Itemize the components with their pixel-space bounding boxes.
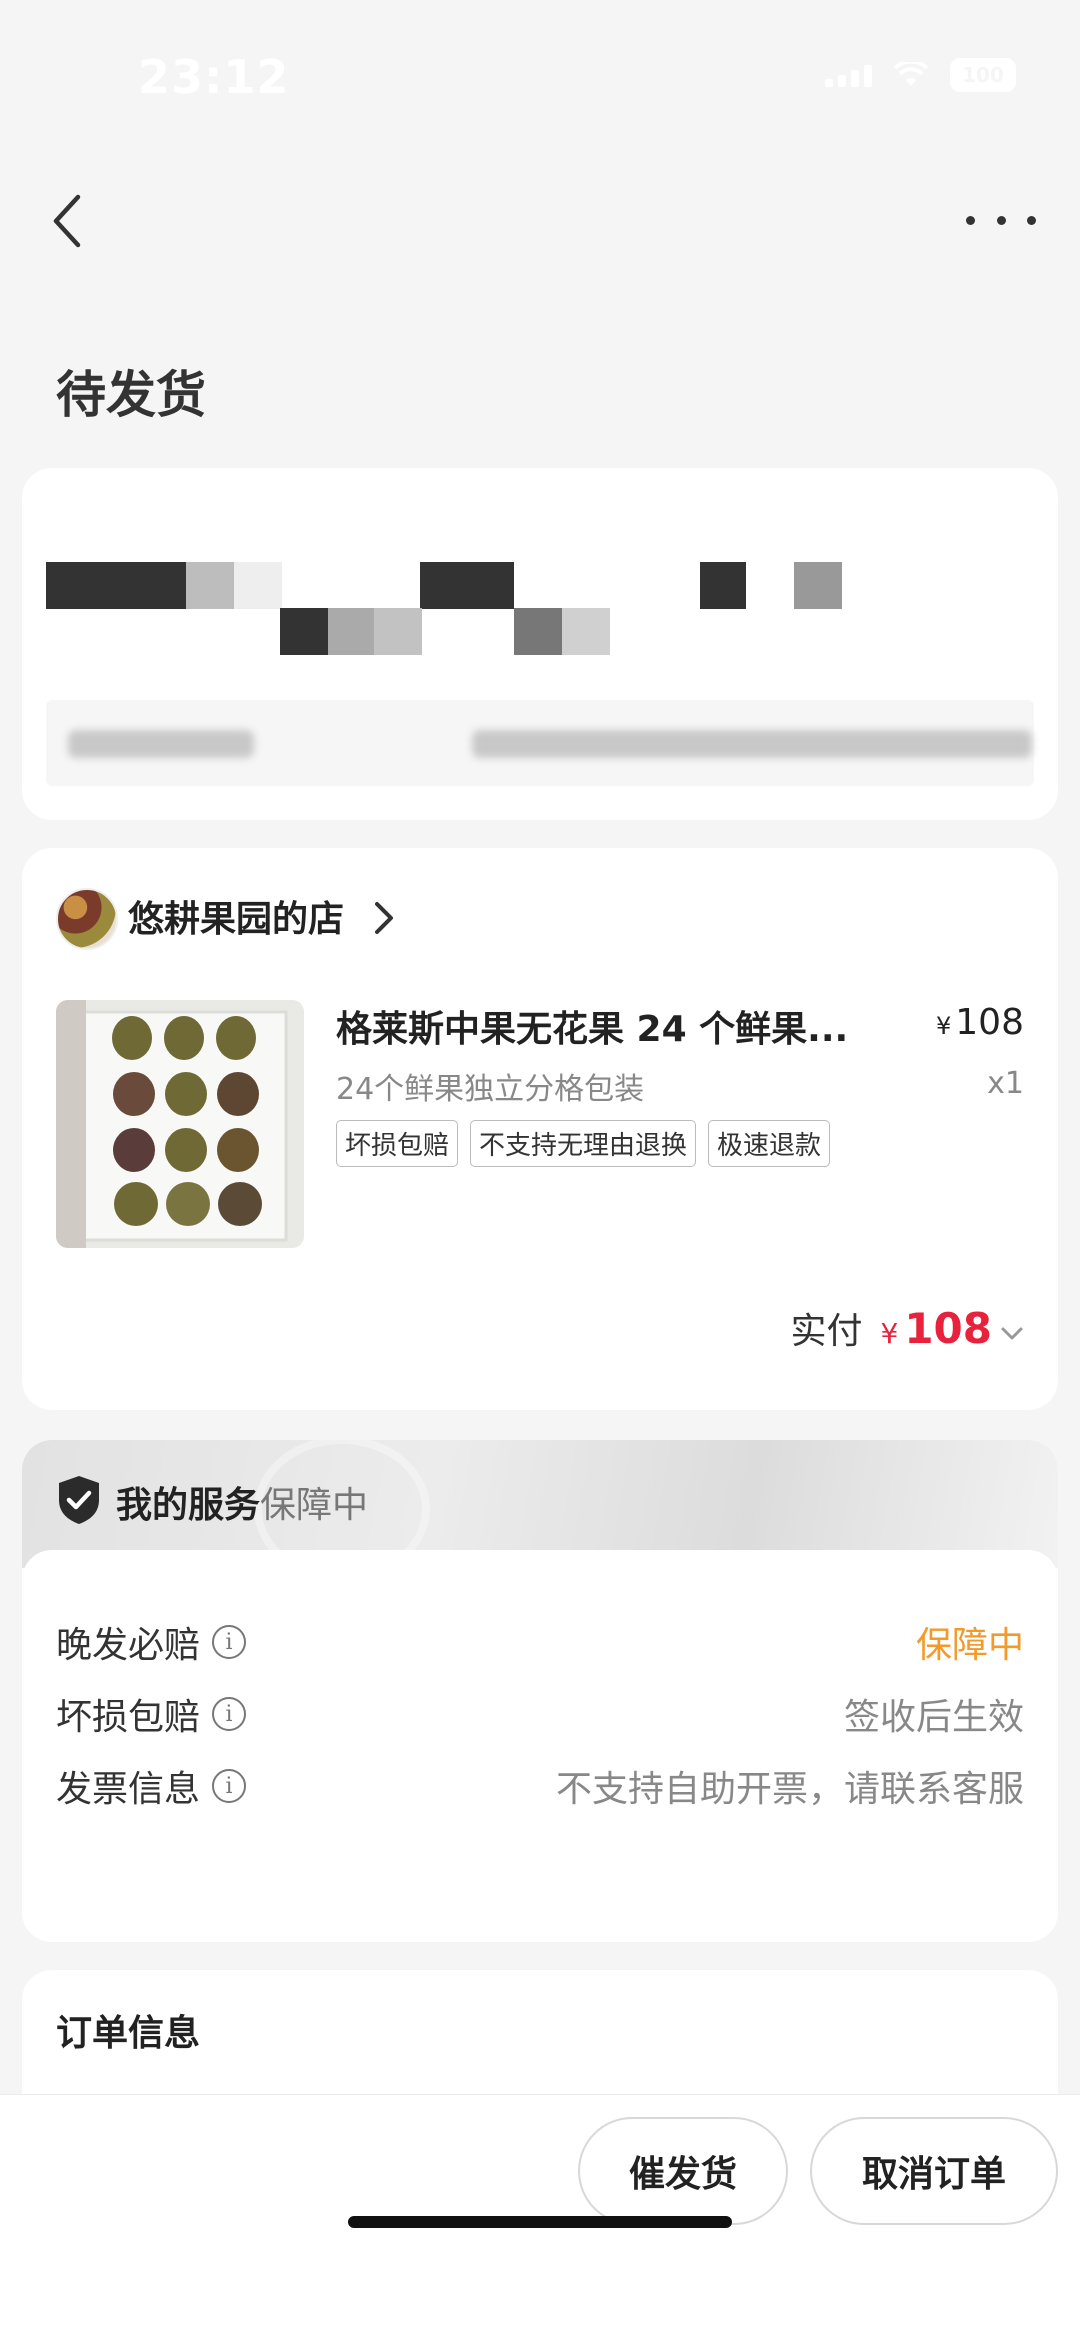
signal-icon xyxy=(825,63,872,87)
service-label: 晚发必赔 xyxy=(56,1625,201,1666)
info-icon[interactable]: i xyxy=(212,1769,247,1803)
service-title: 我的服务保障中 xyxy=(116,1485,369,1526)
home-indicator[interactable] xyxy=(348,2216,732,2228)
shop-name[interactable]: 悠耕果园的店 xyxy=(128,890,344,942)
cancel-order-button[interactable]: 取消订单 xyxy=(810,2117,1058,2225)
service-row-invoice[interactable]: 发票信息 i 不支持自助开票，请联系客服 xyxy=(56,1756,1024,1816)
product-image[interactable] xyxy=(56,1000,304,1248)
paid-currency: ¥ xyxy=(880,1317,899,1350)
product-price: ¥108 xyxy=(936,1002,1024,1043)
tag-fast-refund: 极速退款 xyxy=(708,1120,831,1167)
product-quantity: x1 xyxy=(987,1066,1024,1101)
fig-box-image xyxy=(56,1000,304,1248)
chevron-left-icon xyxy=(53,194,81,248)
shield-check-icon xyxy=(59,1476,99,1524)
paid-amount-row[interactable]: 实付 ¥ 108 xyxy=(790,1302,1024,1354)
service-card: 我的服务保障中 晚发必赔 i 保障中 坏损包赔 i 签收后生效 发票信息 i 不支持自… xyxy=(22,1440,1058,1942)
product-spec: 24个鲜果独立分格包装 xyxy=(336,1072,645,1107)
service-row-damage[interactable]: 坏损包赔 i 签收后生效 xyxy=(56,1684,1024,1744)
tag-damage-compensation: 坏损包赔 xyxy=(336,1120,459,1167)
status-icons: 100 xyxy=(825,58,1016,92)
status-time: 23:12 xyxy=(138,50,290,104)
shop-avatar[interactable] xyxy=(56,888,118,950)
product-title[interactable]: 格莱斯中果无花果 24 个鲜果... xyxy=(336,1000,848,1052)
paid-label: 实付 xyxy=(790,1311,863,1352)
paid-amount: 108 xyxy=(904,1304,992,1353)
urge-shipping-button[interactable]: 催发货 xyxy=(578,2117,788,2225)
service-value: 保障中 xyxy=(915,1625,1024,1666)
shipping-status-card xyxy=(22,468,1058,820)
service-row-late-shipping[interactable]: 晚发必赔 i 保障中 xyxy=(56,1612,1024,1672)
service-label: 发票信息 xyxy=(56,1769,201,1810)
order-card: 悠耕果园的店 格莱斯中果无花果 24 个鲜果... ¥108 24个鲜果独立分格… xyxy=(22,848,1058,1410)
info-icon[interactable]: i xyxy=(212,1625,247,1659)
service-list: 晚发必赔 i 保障中 坏损包赔 i 签收后生效 发票信息 i 不支持自助开票，请联系客… xyxy=(22,1550,1058,1942)
back-button[interactable] xyxy=(42,186,92,256)
service-status: 保障中 xyxy=(260,1485,369,1526)
more-dots-icon xyxy=(966,215,975,225)
tag-no-free-return: 不支持无理由退换 xyxy=(470,1120,697,1167)
wifi-icon xyxy=(894,62,928,86)
shipping-info-strip xyxy=(46,700,1034,786)
service-value: 不支持自助开票，请联系客服 xyxy=(555,1769,1024,1810)
battery-icon: 100 xyxy=(950,58,1016,92)
service-label: 坏损包赔 xyxy=(56,1697,201,1738)
order-info-title: 订单信息 xyxy=(56,2013,201,2054)
service-value: 签收后生效 xyxy=(843,1697,1024,1738)
info-icon[interactable]: i xyxy=(212,1697,247,1731)
product-tags: 坏损包赔 不支持无理由退换 极速退款 xyxy=(336,1120,831,1167)
chevron-down-icon xyxy=(1001,1327,1023,1340)
redacted-block xyxy=(46,562,186,609)
service-header[interactable]: 我的服务保障中 xyxy=(22,1440,1058,1582)
page-title: 待发货 xyxy=(56,366,206,424)
chevron-right-icon[interactable] xyxy=(372,898,396,938)
more-button[interactable] xyxy=(966,200,1036,240)
